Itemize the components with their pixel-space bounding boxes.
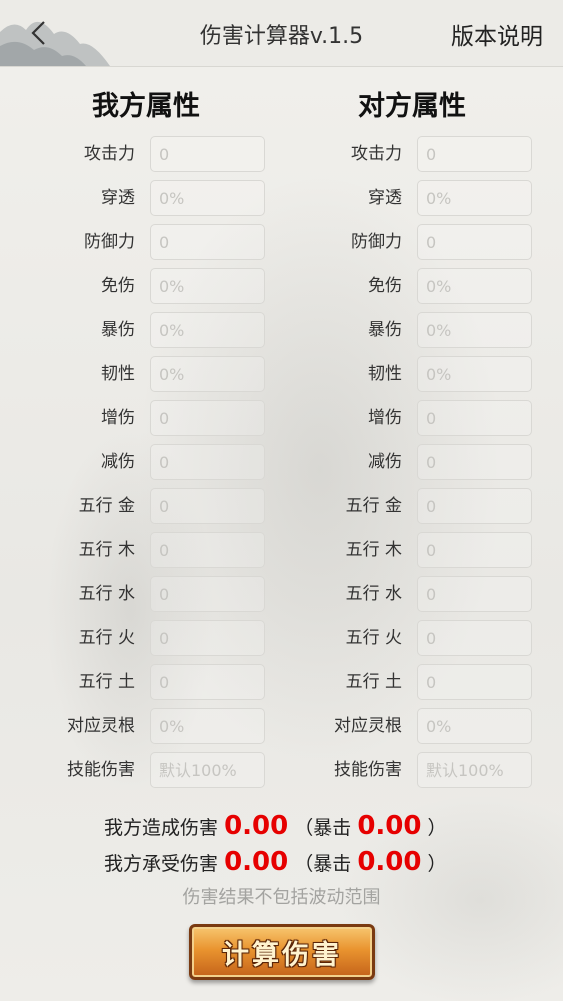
my-attr-label: 免伤 — [101, 276, 135, 296]
fluctuation-note: 伤害结果不包括波动范围 — [182, 887, 381, 908]
enemy-attributes-title: 对方属性 — [358, 91, 466, 122]
my-attr-input[interactable] — [150, 532, 265, 568]
damage-dealt-label: 我方造成伤害 — [104, 817, 219, 839]
enemy-attr-label: 韧性 — [368, 364, 402, 384]
top-bar: 伤害计算器v.1.5 版本说明 — [0, 0, 563, 67]
version-notes-link[interactable]: 版本说明 — [451, 17, 543, 51]
enemy-attr-input[interactable] — [417, 620, 532, 656]
my-attr-input[interactable] — [150, 488, 265, 524]
damage-dealt-crit-close: ） — [427, 817, 447, 839]
enemy-attr-input[interactable] — [417, 180, 532, 216]
enemy-attr-label: 对应灵根 — [334, 716, 402, 736]
enemy-attr-label: 五行 金 — [345, 496, 402, 516]
enemy-attr-label: 技能伤害 — [334, 760, 402, 780]
my-attr-label: 韧性 — [101, 364, 135, 384]
my-attr-label: 减伤 — [101, 452, 135, 472]
enemy-attr-label: 防御力 — [351, 232, 402, 252]
my-attr-label: 攻击力 — [84, 144, 135, 164]
damage-dealt-crit-open: （暴击 — [294, 817, 352, 839]
damage-dealt-line: 我方造成伤害 0.00 （暴击 0.00 ） — [104, 811, 447, 841]
my-attr-input[interactable] — [150, 708, 265, 744]
enemy-attr-input[interactable] — [417, 752, 532, 788]
damage-taken-line: 我方承受伤害 0.00 （暴击 0.00 ） — [104, 847, 447, 877]
enemy-attr-input[interactable] — [417, 268, 532, 304]
enemy-attr-label: 穿透 — [368, 188, 402, 208]
my-attr-input[interactable] — [150, 312, 265, 348]
my-attr-input[interactable] — [150, 400, 265, 436]
my-attr-label: 五行 火 — [78, 628, 135, 648]
enemy-attr-input[interactable] — [417, 356, 532, 392]
enemy-attr-input[interactable] — [417, 444, 532, 480]
enemy-attr-input[interactable] — [417, 400, 532, 436]
calculate-damage-button[interactable]: 计算伤害 — [183, 920, 381, 984]
my-attr-label: 五行 水 — [78, 584, 135, 604]
my-attr-input[interactable] — [150, 136, 265, 172]
enemy-attr-label: 五行 水 — [345, 584, 402, 604]
damage-dealt-value: 0.00 — [224, 811, 289, 841]
my-attr-label: 五行 木 — [78, 540, 135, 560]
my-attr-label: 五行 金 — [78, 496, 135, 516]
damage-taken-label: 我方承受伤害 — [104, 853, 219, 875]
damage-taken-crit-open: （暴击 — [294, 853, 352, 875]
enemy-attr-input[interactable] — [417, 708, 532, 744]
calculate-damage-label: 计算伤害 — [222, 939, 342, 971]
my-attr-input[interactable] — [150, 356, 265, 392]
my-attr-input[interactable] — [150, 180, 265, 216]
damage-taken-crit-value: 0.00 — [357, 847, 422, 877]
enemy-attr-label: 五行 土 — [345, 672, 402, 692]
enemy-attr-input[interactable] — [417, 136, 532, 172]
enemy-attr-input[interactable] — [417, 664, 532, 700]
enemy-attr-label: 减伤 — [368, 452, 402, 472]
enemy-attr-label: 五行 木 — [345, 540, 402, 560]
my-attr-input[interactable] — [150, 224, 265, 260]
my-attributes-title: 我方属性 — [92, 91, 200, 122]
enemy-attr-label: 五行 火 — [345, 628, 402, 648]
my-attr-input[interactable] — [150, 444, 265, 480]
enemy-attr-input[interactable] — [417, 532, 532, 568]
my-attr-label: 暴伤 — [101, 320, 135, 340]
my-attr-label: 防御力 — [84, 232, 135, 252]
damage-taken-crit-close: ） — [427, 853, 447, 875]
my-attr-label: 穿透 — [101, 188, 135, 208]
enemy-attr-label: 增伤 — [368, 408, 402, 428]
my-attr-label: 五行 土 — [78, 672, 135, 692]
enemy-attr-label: 攻击力 — [351, 144, 402, 164]
my-attr-input[interactable] — [150, 268, 265, 304]
enemy-attr-input[interactable] — [417, 312, 532, 348]
my-attr-label: 对应灵根 — [67, 716, 135, 736]
enemy-attr-input[interactable] — [417, 488, 532, 524]
my-attr-input[interactable] — [150, 752, 265, 788]
my-attr-input[interactable] — [150, 664, 265, 700]
damage-taken-value: 0.00 — [224, 847, 289, 877]
my-attr-input[interactable] — [150, 576, 265, 612]
my-attr-label: 技能伤害 — [67, 760, 135, 780]
damage-dealt-crit-value: 0.00 — [357, 811, 422, 841]
enemy-attr-input[interactable] — [417, 576, 532, 612]
my-attr-label: 增伤 — [101, 408, 135, 428]
my-attr-input[interactable] — [150, 620, 265, 656]
enemy-attr-input[interactable] — [417, 224, 532, 260]
enemy-attr-label: 免伤 — [368, 276, 402, 296]
enemy-attr-label: 暴伤 — [368, 320, 402, 340]
